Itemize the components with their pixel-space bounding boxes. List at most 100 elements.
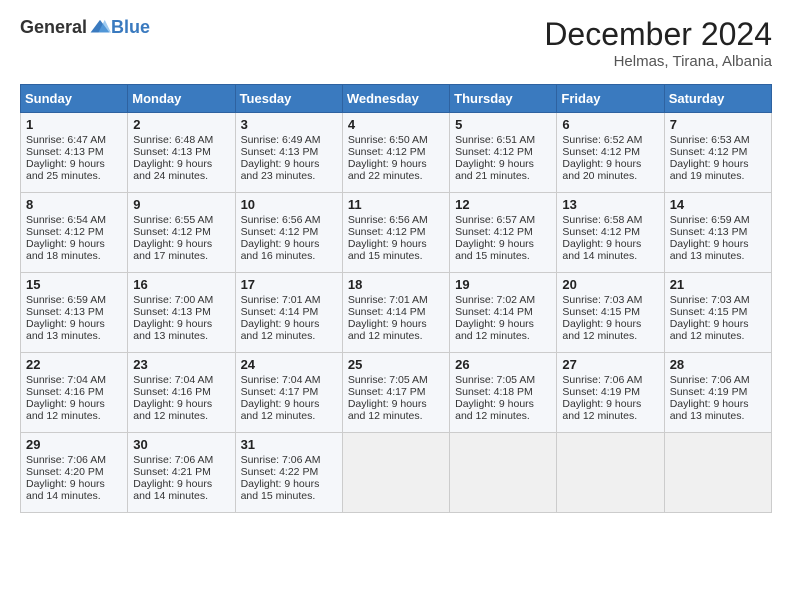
sunrise-line: Sunrise: 6:48 AM bbox=[133, 134, 229, 146]
sunset-line: Sunset: 4:13 PM bbox=[241, 146, 337, 158]
daylight-line: Daylight: 9 hours and 15 minutes. bbox=[241, 478, 337, 502]
day-number: 17 bbox=[241, 277, 337, 292]
daylight-line: Daylight: 9 hours and 16 minutes. bbox=[241, 238, 337, 262]
daylight-line: Daylight: 9 hours and 12 minutes. bbox=[455, 398, 551, 422]
sunrise-line: Sunrise: 7:06 AM bbox=[26, 454, 122, 466]
daylight-line: Daylight: 9 hours and 20 minutes. bbox=[562, 158, 658, 182]
calendar-cell: 11Sunrise: 6:56 AMSunset: 4:12 PMDayligh… bbox=[342, 193, 449, 273]
calendar-cell: 21Sunrise: 7:03 AMSunset: 4:15 PMDayligh… bbox=[664, 273, 771, 353]
sunrise-line: Sunrise: 6:53 AM bbox=[670, 134, 766, 146]
calendar-cell: 26Sunrise: 7:05 AMSunset: 4:18 PMDayligh… bbox=[450, 353, 557, 433]
sunset-line: Sunset: 4:17 PM bbox=[348, 386, 444, 398]
sunset-line: Sunset: 4:14 PM bbox=[241, 306, 337, 318]
daylight-line: Daylight: 9 hours and 12 minutes. bbox=[562, 318, 658, 342]
sunrise-line: Sunrise: 6:50 AM bbox=[348, 134, 444, 146]
sunrise-line: Sunrise: 6:55 AM bbox=[133, 214, 229, 226]
daylight-line: Daylight: 9 hours and 21 minutes. bbox=[455, 158, 551, 182]
day-number: 22 bbox=[26, 357, 122, 372]
calendar-cell: 8Sunrise: 6:54 AMSunset: 4:12 PMDaylight… bbox=[21, 193, 128, 273]
sunset-line: Sunset: 4:12 PM bbox=[133, 226, 229, 238]
sunset-line: Sunset: 4:12 PM bbox=[26, 226, 122, 238]
daylight-line: Daylight: 9 hours and 12 minutes. bbox=[348, 318, 444, 342]
sunset-line: Sunset: 4:14 PM bbox=[455, 306, 551, 318]
day-number: 13 bbox=[562, 197, 658, 212]
calendar-cell: 13Sunrise: 6:58 AMSunset: 4:12 PMDayligh… bbox=[557, 193, 664, 273]
day-number: 16 bbox=[133, 277, 229, 292]
sunrise-line: Sunrise: 7:03 AM bbox=[562, 294, 658, 306]
day-number: 12 bbox=[455, 197, 551, 212]
calendar-cell: 2Sunrise: 6:48 AMSunset: 4:13 PMDaylight… bbox=[128, 113, 235, 193]
sunset-line: Sunset: 4:12 PM bbox=[562, 146, 658, 158]
logo-general: General bbox=[20, 17, 87, 38]
calendar-cell: 24Sunrise: 7:04 AMSunset: 4:17 PMDayligh… bbox=[235, 353, 342, 433]
sunset-line: Sunset: 4:21 PM bbox=[133, 466, 229, 478]
sunrise-line: Sunrise: 7:04 AM bbox=[26, 374, 122, 386]
sunset-line: Sunset: 4:13 PM bbox=[133, 306, 229, 318]
day-number: 20 bbox=[562, 277, 658, 292]
calendar-cell: 17Sunrise: 7:01 AMSunset: 4:14 PMDayligh… bbox=[235, 273, 342, 353]
sunrise-line: Sunrise: 7:06 AM bbox=[133, 454, 229, 466]
logo-icon bbox=[89, 16, 111, 38]
day-number: 30 bbox=[133, 437, 229, 452]
daylight-line: Daylight: 9 hours and 12 minutes. bbox=[133, 398, 229, 422]
week-row-4: 22Sunrise: 7:04 AMSunset: 4:16 PMDayligh… bbox=[21, 353, 772, 433]
sunrise-line: Sunrise: 6:47 AM bbox=[26, 134, 122, 146]
month-title: December 2024 bbox=[544, 16, 772, 53]
day-number: 5 bbox=[455, 117, 551, 132]
weekday-header-wednesday: Wednesday bbox=[342, 85, 449, 113]
weekday-header-thursday: Thursday bbox=[450, 85, 557, 113]
daylight-line: Daylight: 9 hours and 12 minutes. bbox=[562, 398, 658, 422]
sunset-line: Sunset: 4:12 PM bbox=[455, 146, 551, 158]
daylight-line: Daylight: 9 hours and 25 minutes. bbox=[26, 158, 122, 182]
sunset-line: Sunset: 4:12 PM bbox=[241, 226, 337, 238]
calendar-cell bbox=[342, 433, 449, 513]
day-number: 29 bbox=[26, 437, 122, 452]
daylight-line: Daylight: 9 hours and 12 minutes. bbox=[241, 318, 337, 342]
day-number: 27 bbox=[562, 357, 658, 372]
day-number: 8 bbox=[26, 197, 122, 212]
sunrise-line: Sunrise: 6:51 AM bbox=[455, 134, 551, 146]
day-number: 14 bbox=[670, 197, 766, 212]
day-number: 26 bbox=[455, 357, 551, 372]
day-number: 1 bbox=[26, 117, 122, 132]
logo: General Blue bbox=[20, 16, 150, 38]
calendar-cell: 30Sunrise: 7:06 AMSunset: 4:21 PMDayligh… bbox=[128, 433, 235, 513]
sunset-line: Sunset: 4:14 PM bbox=[348, 306, 444, 318]
day-number: 4 bbox=[348, 117, 444, 132]
sunrise-line: Sunrise: 7:05 AM bbox=[348, 374, 444, 386]
sunrise-line: Sunrise: 6:49 AM bbox=[241, 134, 337, 146]
calendar-cell: 3Sunrise: 6:49 AMSunset: 4:13 PMDaylight… bbox=[235, 113, 342, 193]
daylight-line: Daylight: 9 hours and 13 minutes. bbox=[670, 398, 766, 422]
header: General Blue December 2024 Helmas, Tiran… bbox=[20, 16, 772, 70]
calendar-cell: 12Sunrise: 6:57 AMSunset: 4:12 PMDayligh… bbox=[450, 193, 557, 273]
weekday-header-sunday: Sunday bbox=[21, 85, 128, 113]
day-number: 15 bbox=[26, 277, 122, 292]
daylight-line: Daylight: 9 hours and 13 minutes. bbox=[133, 318, 229, 342]
sunset-line: Sunset: 4:13 PM bbox=[670, 226, 766, 238]
day-number: 23 bbox=[133, 357, 229, 372]
weekday-header-monday: Monday bbox=[128, 85, 235, 113]
sunset-line: Sunset: 4:20 PM bbox=[26, 466, 122, 478]
daylight-line: Daylight: 9 hours and 12 minutes. bbox=[348, 398, 444, 422]
sunrise-line: Sunrise: 6:59 AM bbox=[26, 294, 122, 306]
logo-blue: Blue bbox=[111, 17, 150, 38]
day-number: 24 bbox=[241, 357, 337, 372]
calendar-cell: 4Sunrise: 6:50 AMSunset: 4:12 PMDaylight… bbox=[342, 113, 449, 193]
calendar-cell: 16Sunrise: 7:00 AMSunset: 4:13 PMDayligh… bbox=[128, 273, 235, 353]
daylight-line: Daylight: 9 hours and 19 minutes. bbox=[670, 158, 766, 182]
sunrise-line: Sunrise: 6:54 AM bbox=[26, 214, 122, 226]
sunset-line: Sunset: 4:15 PM bbox=[670, 306, 766, 318]
sunset-line: Sunset: 4:12 PM bbox=[348, 226, 444, 238]
sunrise-line: Sunrise: 7:06 AM bbox=[670, 374, 766, 386]
sunrise-line: Sunrise: 7:01 AM bbox=[348, 294, 444, 306]
calendar-cell: 29Sunrise: 7:06 AMSunset: 4:20 PMDayligh… bbox=[21, 433, 128, 513]
weekday-header-row: SundayMondayTuesdayWednesdayThursdayFrid… bbox=[21, 85, 772, 113]
calendar-cell: 19Sunrise: 7:02 AMSunset: 4:14 PMDayligh… bbox=[450, 273, 557, 353]
sunset-line: Sunset: 4:13 PM bbox=[133, 146, 229, 158]
daylight-line: Daylight: 9 hours and 12 minutes. bbox=[26, 398, 122, 422]
week-row-3: 15Sunrise: 6:59 AMSunset: 4:13 PMDayligh… bbox=[21, 273, 772, 353]
sunset-line: Sunset: 4:22 PM bbox=[241, 466, 337, 478]
sunrise-line: Sunrise: 7:04 AM bbox=[241, 374, 337, 386]
sunset-line: Sunset: 4:17 PM bbox=[241, 386, 337, 398]
sunrise-line: Sunrise: 6:56 AM bbox=[348, 214, 444, 226]
